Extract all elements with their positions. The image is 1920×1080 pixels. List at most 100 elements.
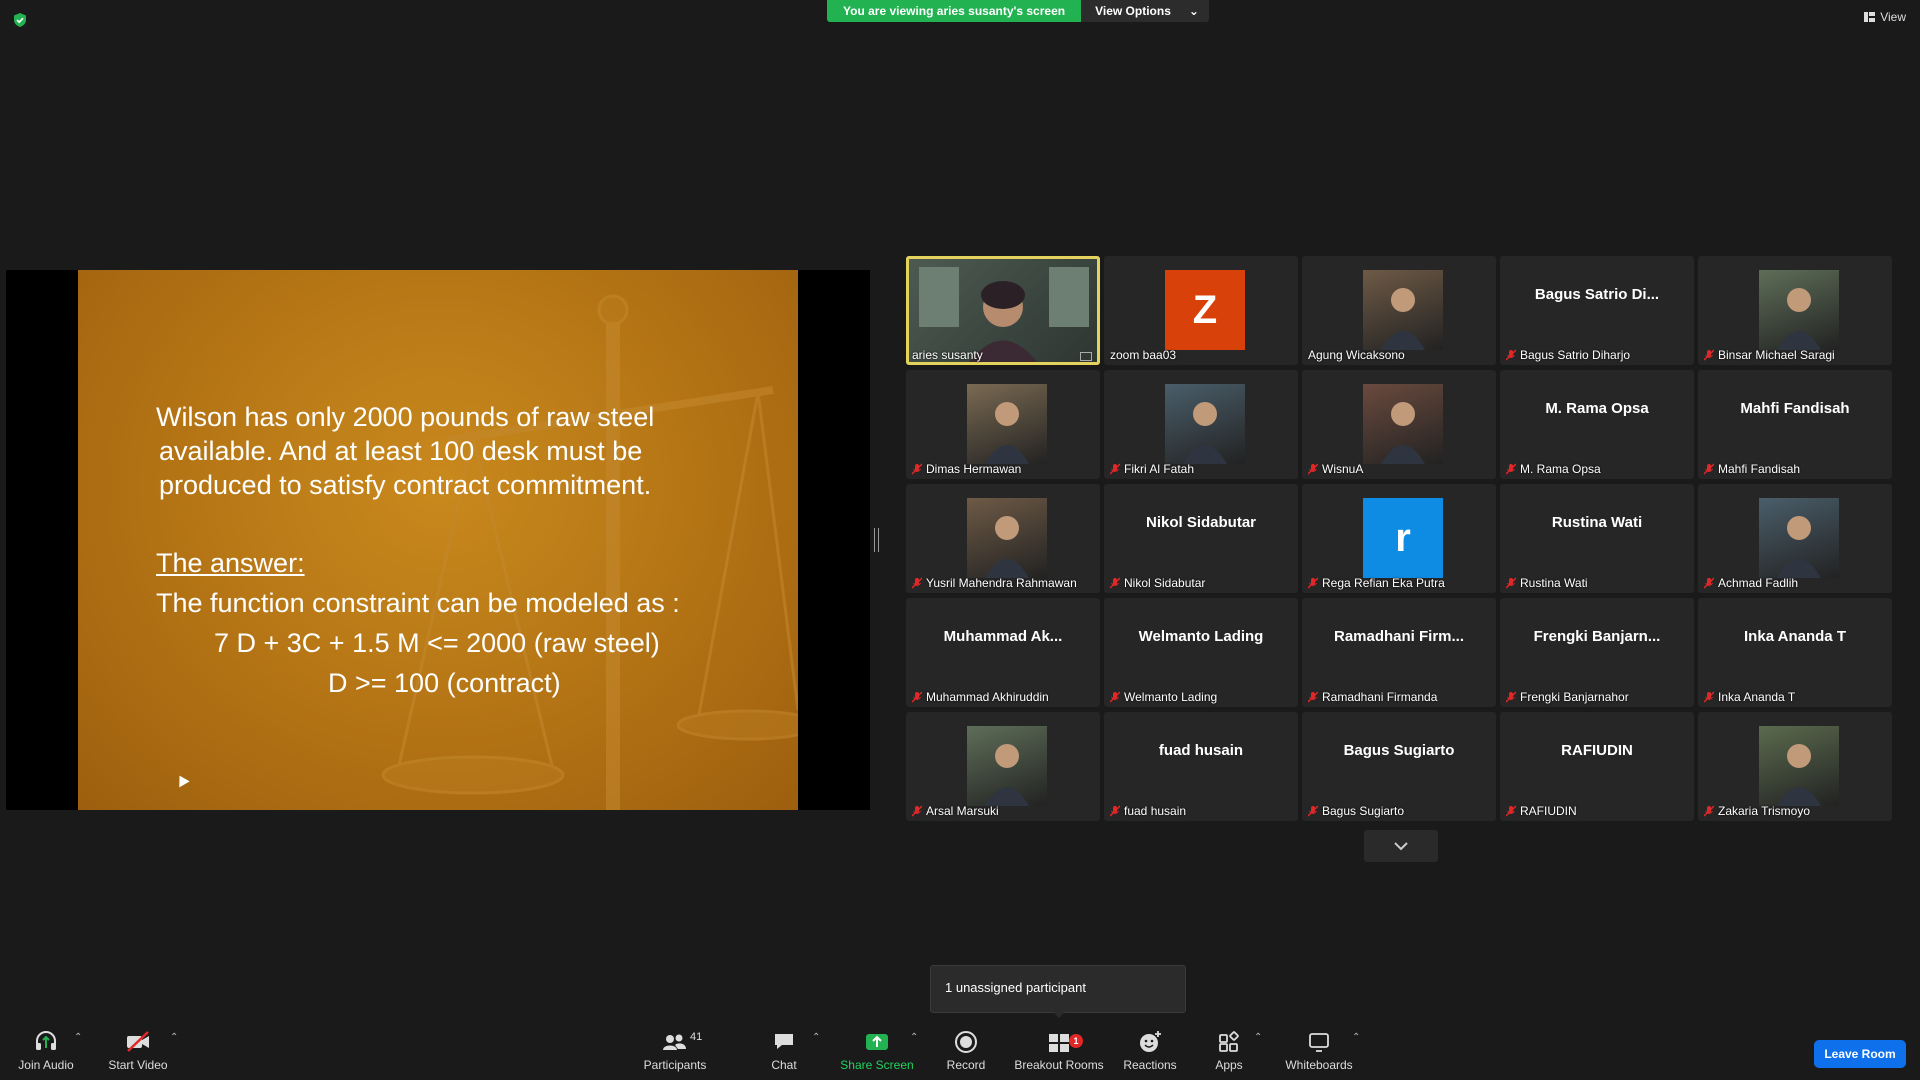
participant-name-label: Inka Ananda T [1704,690,1795,704]
grid-view-icon [1864,12,1876,22]
participant-tile[interactable]: Nikol Sidabutar Nikol Sidabutar [1104,484,1298,593]
whiteboards-options-caret-icon[interactable]: ⌃ [1352,1032,1360,1043]
participant-name-label: Achmad Fadlih [1704,576,1798,590]
slide-line-3: produced to satisfy contract commitment. [159,470,652,500]
mic-muted-icon [1704,463,1714,475]
join-audio-button[interactable]: Join Audio [12,1028,80,1076]
view-options-label: View Options [1095,4,1171,18]
record-label: Record [946,1058,986,1072]
chat-label: Chat [771,1058,797,1072]
view-options-button[interactable]: View Options ⌄ [1081,0,1209,22]
video-options-caret-icon[interactable]: ⌃ [170,1032,178,1043]
apps-button[interactable]: Apps [1208,1028,1250,1076]
share-options-caret-icon[interactable]: ⌃ [910,1032,918,1043]
participant-name-label: WisnuA [1308,462,1363,476]
participant-tile[interactable]: Arsal Marsuki [906,712,1100,821]
participant-tile[interactable]: Yusril Mahendra Rahmawan [906,484,1100,593]
participant-tile[interactable]: Achmad Fadlih [1698,484,1892,593]
chat-icon [775,1034,793,1049]
security-shield-icon[interactable] [12,12,28,28]
whiteboards-label: Whiteboards [1285,1058,1353,1072]
split-view-handle[interactable] [874,528,879,552]
participant-name-label: Bagus Satrio Diharjo [1506,348,1630,362]
participant-tile[interactable]: Agung Wicaksono [1302,256,1496,365]
participant-tile[interactable]: Bagus Sugiarto Bagus Sugiarto [1302,712,1496,821]
answer-intro: The function constraint can be modeled a… [156,588,680,618]
avatar [1759,498,1839,578]
participant-tile[interactable]: M. Rama Opsa M. Rama Opsa [1500,370,1694,479]
participant-display-name: Bagus Satrio Di... [1534,286,1660,303]
participant-name-label: RAFIUDIN [1506,804,1577,818]
participant-name: Mahfi Fandisah [1718,462,1801,476]
participant-display-name: Welmanto Lading [1138,628,1264,645]
participant-tile[interactable]: Ramadhani Firm... Ramadhani Firmanda [1302,598,1496,707]
avatar [967,498,1047,578]
view-button[interactable]: View [1864,10,1906,24]
participant-tile[interactable]: Dimas Hermawan [906,370,1100,479]
reactions-button[interactable]: Reactions [1120,1028,1180,1076]
share-screen-icon [866,1034,888,1050]
participant-tile[interactable]: Muhammad Ak... Muhammad Akhiruddin [906,598,1100,707]
leave-room-button[interactable]: Leave Room [1814,1040,1906,1068]
constraint-1: 7 D + 3C + 1.5 M <= 2000 (raw steel) [214,628,660,658]
participant-display-name: M. Rama Opsa [1545,400,1649,417]
gallery-next-page-button[interactable] [1364,830,1438,862]
participant-tile[interactable]: Zzoom baa03 [1104,256,1298,365]
breakout-rooms-button[interactable]: Breakout Rooms [1012,1028,1106,1076]
participant-tile[interactable]: Binsar Michael Saragi [1698,256,1892,365]
breakout-rooms-label: Breakout Rooms [1014,1058,1104,1072]
participant-name: fuad husain [1124,804,1187,818]
participant-display-name: RAFIUDIN [1561,742,1633,759]
participant-name-label: Zakaria Trismoyo [1704,804,1810,818]
unassigned-participant-toast[interactable]: 1 unassigned participant [930,965,1186,1013]
audio-options-caret-icon[interactable]: ⌃ [74,1032,82,1043]
participant-name: Fikri Al Fatah [1124,462,1195,476]
mic-muted-icon [1704,691,1714,703]
participant-tile[interactable]: Mahfi Fandisah Mahfi Fandisah [1698,370,1892,479]
shared-screen[interactable]: Wilson has only 2000 pounds of raw steel… [6,270,870,810]
participant-tile[interactable]: aries susanty [906,256,1100,365]
participant-tile[interactable]: Welmanto Lading Welmanto Lading [1104,598,1298,707]
slide-line-1: Wilson has only 2000 pounds of raw steel [156,402,655,432]
participant-name: Bagus Sugiarto [1322,804,1405,818]
record-button[interactable]: Record [940,1028,992,1076]
avatar [967,384,1047,464]
participant-name: Achmad Fadlih [1718,576,1799,590]
presentation-slide: Wilson has only 2000 pounds of raw steel… [78,270,798,810]
participant-tile[interactable]: fuad husain fuad husain [1104,712,1298,821]
participant-tile[interactable]: WisnuA [1302,370,1496,479]
participant-display-name: Rustina Wati [1551,514,1643,531]
start-video-button[interactable]: Start Video [104,1028,172,1076]
participant-tile[interactable]: Zakaria Trismoyo [1698,712,1892,821]
participant-name-label: Ramadhani Firmanda [1308,690,1437,704]
participant-tile[interactable]: r Rega Refian Eka Putra [1302,484,1496,593]
start-video-label: Start Video [108,1058,168,1072]
participant-tile[interactable]: Inka Ananda T Inka Ananda T [1698,598,1892,707]
participant-tile[interactable]: Fikri Al Fatah [1104,370,1298,479]
share-screen-button[interactable]: Share Screen [836,1028,918,1076]
participant-name-label: Rega Refian Eka Putra [1308,576,1445,590]
participant-name-label: Mahfi Fandisah [1704,462,1800,476]
chat-button[interactable]: Chat [760,1028,808,1076]
participant-tile[interactable]: Rustina Wati Rustina Wati [1500,484,1694,593]
toast-pointer [1052,1011,1066,1018]
participant-tile[interactable]: Frengki Banjarn... Frengki Banjarnahor [1500,598,1694,707]
constraint-2: D >= 100 (contract) [328,668,561,698]
apps-options-caret-icon[interactable]: ⌃ [1254,1032,1262,1043]
avatar [1165,384,1245,464]
whiteboard-icon [1309,1033,1329,1052]
reactions-label: Reactions [1123,1058,1177,1072]
join-audio-label: Join Audio [18,1058,74,1072]
whiteboards-button[interactable]: Whiteboards [1280,1028,1358,1076]
participant-name: Frengki Banjarnahor [1520,690,1629,704]
participant-name: M. Rama Opsa [1520,462,1601,476]
participant-name-label: Agung Wicaksono [1308,348,1405,362]
participant-name: Dimas Hermawan [926,462,1022,476]
participant-tile[interactable]: RAFIUDIN RAFIUDIN [1500,712,1694,821]
participant-name: Bagus Satrio Diharjo [1520,348,1631,362]
participant-name-label: Yusril Mahendra Rahmawan [912,576,1077,590]
participant-tile[interactable]: Bagus Satrio Di... Bagus Satrio Diharjo [1500,256,1694,365]
chat-options-caret-icon[interactable]: ⌃ [812,1032,820,1043]
participant-name: zoom baa03 [1110,348,1177,362]
participant-name-label: Bagus Sugiarto [1308,804,1404,818]
